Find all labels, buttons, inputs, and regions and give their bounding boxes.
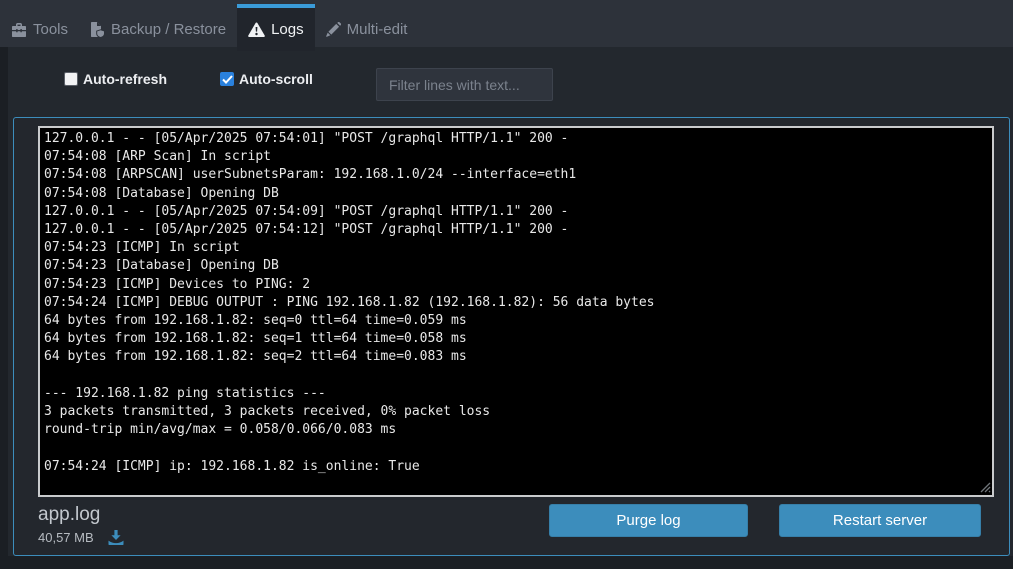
tab-label: Logs: [271, 21, 304, 38]
tab-label: Backup / Restore: [111, 21, 226, 38]
log-panel: 127.0.0.1 - - [05/Apr/2025 07:54:01] "PO…: [13, 117, 1010, 556]
log-viewer: 127.0.0.1 - - [05/Apr/2025 07:54:01] "PO…: [38, 126, 994, 497]
auto-refresh-checkbox[interactable]: [64, 72, 78, 86]
toolbox-icon: [11, 23, 27, 37]
file-shield-icon: [90, 22, 105, 38]
log-file-info: app.log 40,57 MB: [38, 503, 124, 545]
filter-input[interactable]: [376, 68, 553, 101]
warning-triangle-icon: [248, 22, 265, 37]
auto-refresh-label: Auto-refresh: [83, 71, 167, 87]
auto-refresh-toggle[interactable]: Auto-refresh: [64, 71, 167, 87]
download-icon[interactable]: [108, 530, 124, 545]
auto-scroll-checkbox[interactable]: [220, 72, 234, 86]
log-file-size: 40,57 MB: [38, 530, 94, 545]
restart-server-button[interactable]: Restart server: [779, 504, 981, 537]
purge-log-button[interactable]: Purge log: [549, 504, 748, 537]
tab-bar: Tools Backup / Restore Logs Mult: [0, 0, 1013, 47]
pencil-icon: [326, 22, 341, 37]
resize-grip-icon[interactable]: [979, 481, 991, 493]
tab-logs[interactable]: Logs: [237, 4, 315, 51]
log-textarea[interactable]: 127.0.0.1 - - [05/Apr/2025 07:54:01] "PO…: [38, 126, 994, 497]
tab-label: Multi-edit: [347, 21, 408, 38]
auto-scroll-toggle[interactable]: Auto-scroll: [220, 71, 313, 87]
logs-page: Auto-refresh Auto-scroll 127.0.0.1 - - […: [8, 47, 1013, 556]
tab-label: Tools: [33, 21, 68, 38]
check-icon: [222, 75, 233, 84]
log-file-name: app.log: [38, 503, 124, 527]
tab-tools[interactable]: Tools: [0, 4, 79, 51]
auto-scroll-label: Auto-scroll: [239, 71, 313, 87]
tab-backup-restore[interactable]: Backup / Restore: [79, 4, 237, 51]
tab-multi-edit[interactable]: Multi-edit: [315, 4, 419, 51]
